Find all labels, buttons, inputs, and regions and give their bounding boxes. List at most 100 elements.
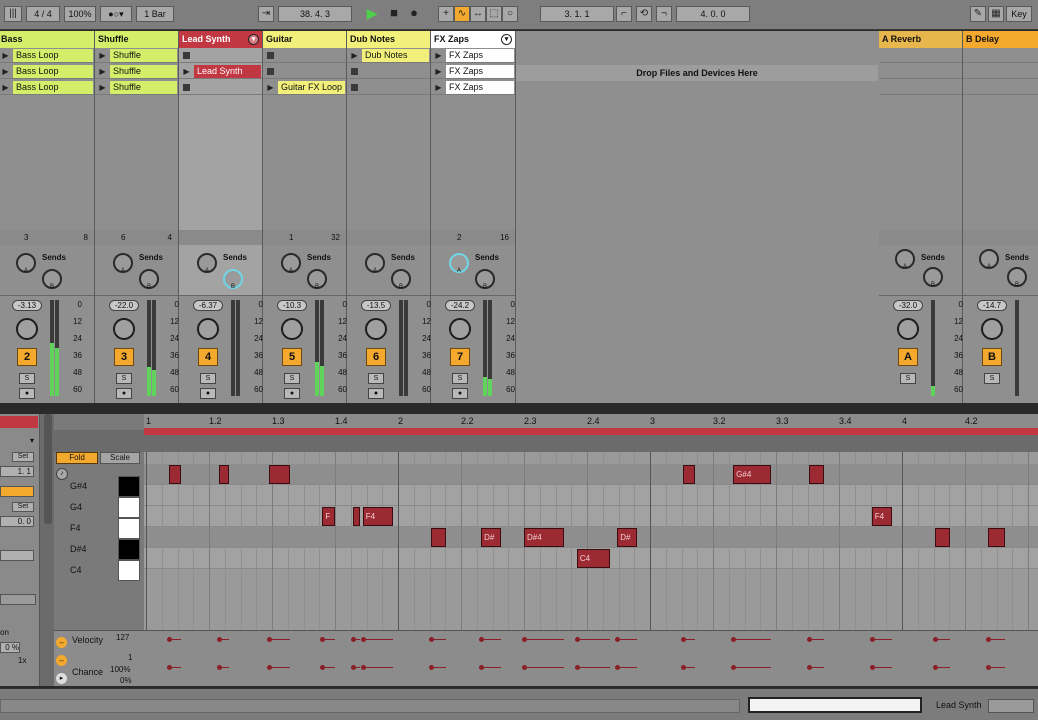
clip-slot[interactable]: ▶ Bass Loop bbox=[0, 64, 94, 79]
volume-field[interactable]: -6.37 bbox=[193, 300, 223, 311]
drop-area[interactable]: Drop Files and Devices Here bbox=[516, 31, 878, 403]
clip-slot[interactable]: ▶ Lead Synth bbox=[179, 64, 262, 79]
clip[interactable]: Guitar FX Loop bbox=[278, 81, 345, 94]
send-a-knob[interactable]: A bbox=[113, 253, 133, 274]
solo-button[interactable]: S bbox=[984, 373, 1000, 384]
signature-select[interactable] bbox=[0, 550, 34, 561]
clip[interactable]: Bass Loop bbox=[13, 49, 93, 62]
clip-slot[interactable]: ▶ Shuffle bbox=[95, 48, 178, 63]
clip-slot[interactable]: ▶ Bass Loop bbox=[0, 48, 94, 63]
arm-icon[interactable]: ● bbox=[452, 388, 468, 399]
white-key[interactable] bbox=[118, 518, 140, 539]
clip-color-strip[interactable] bbox=[0, 416, 38, 428]
midi-note[interactable] bbox=[352, 507, 361, 526]
play-icon[interactable]: ▶ bbox=[433, 66, 444, 77]
pan-knob[interactable] bbox=[281, 318, 303, 340]
loop-length-display[interactable]: 4. 0. 0 bbox=[676, 6, 750, 22]
expand-lane-icon[interactable]: ▸ bbox=[56, 673, 67, 684]
clip-start-field[interactable]: 1. 1 bbox=[0, 466, 34, 477]
arm-icon[interactable]: ● bbox=[284, 388, 300, 399]
return-header[interactable]: B Delay bbox=[963, 31, 1038, 48]
solo-button[interactable]: S bbox=[452, 373, 468, 384]
clip-slot[interactable] bbox=[347, 64, 430, 79]
position-display[interactable]: 38. 4. 3 bbox=[278, 6, 352, 22]
automation-arm-icon[interactable]: ∿ bbox=[454, 6, 470, 22]
quantize-select[interactable]: 1 Bar bbox=[136, 6, 174, 22]
clip-slot[interactable]: ▶ Bass Loop bbox=[0, 80, 94, 95]
play-icon[interactable]: ▶ bbox=[0, 66, 11, 77]
play-icon[interactable]: ▶ bbox=[97, 50, 108, 61]
chevron-down-icon[interactable]: ▾ bbox=[248, 34, 259, 45]
play-icon[interactable]: ▶ bbox=[181, 66, 192, 77]
arrangement-position-icon[interactable]: ⇥ bbox=[258, 6, 274, 22]
midi-note[interactable]: F bbox=[322, 507, 335, 526]
track-activator-button[interactable]: 4 bbox=[198, 348, 218, 366]
session-record-icon[interactable]: ○ bbox=[502, 6, 518, 22]
clip[interactable]: FX Zaps bbox=[446, 49, 514, 62]
send-a-knob[interactable]: A bbox=[449, 253, 469, 274]
send-a-knob[interactable]: A bbox=[979, 249, 999, 270]
key-row[interactable]: D#4 bbox=[54, 539, 144, 560]
send-b-knob[interactable]: B bbox=[1007, 267, 1027, 288]
set-start-button[interactable]: Set bbox=[12, 452, 34, 462]
clip-slot[interactable] bbox=[263, 64, 346, 79]
arm-icon[interactable]: ● bbox=[116, 388, 132, 399]
metronome-bars-icon[interactable]: ||| bbox=[4, 6, 22, 22]
clip-slot[interactable]: ▶ FX Zaps bbox=[431, 80, 515, 95]
track-header[interactable]: Shuffle bbox=[95, 31, 178, 48]
track-activator-button[interactable]: 3 bbox=[114, 348, 134, 366]
return-activator-button[interactable]: B bbox=[982, 348, 1002, 366]
clip[interactable]: FX Zaps bbox=[446, 65, 514, 78]
stop-icon[interactable] bbox=[267, 52, 274, 59]
draw-mode-icon[interactable]: ✎ bbox=[970, 6, 986, 22]
black-key[interactable] bbox=[118, 476, 140, 497]
loop-start-display[interactable]: 3. 1. 1 bbox=[540, 6, 614, 22]
stop-icon[interactable] bbox=[351, 68, 358, 75]
percent-field[interactable]: 0 % bbox=[0, 642, 20, 653]
scale-on-label[interactable]: on bbox=[0, 628, 34, 639]
time-signature[interactable]: 4 / 4 bbox=[26, 6, 60, 22]
solo-button[interactable]: S bbox=[368, 373, 384, 384]
play-icon[interactable]: ▶ bbox=[265, 82, 276, 93]
play-icon[interactable]: ▶ bbox=[0, 82, 11, 93]
chance-toggle-icon[interactable]: ↔ bbox=[56, 655, 67, 666]
clip-slot[interactable]: ▶ FX Zaps bbox=[431, 48, 515, 63]
clip-slot[interactable]: ▶ FX Zaps bbox=[431, 64, 515, 79]
volume-field[interactable]: -10.3 bbox=[277, 300, 307, 311]
midi-note[interactable] bbox=[219, 465, 230, 484]
groove-select[interactable] bbox=[0, 594, 36, 605]
midi-keyboard-icon[interactable]: ▦ bbox=[988, 6, 1004, 22]
send-a-knob[interactable]: A bbox=[281, 253, 301, 274]
stop-icon[interactable] bbox=[267, 68, 274, 75]
key-row[interactable]: G#4 bbox=[54, 476, 144, 497]
send-a-knob[interactable]: A bbox=[365, 253, 385, 274]
send-b-knob[interactable]: B bbox=[42, 269, 62, 290]
stop-icon[interactable] bbox=[183, 84, 190, 91]
solo-button[interactable]: S bbox=[284, 373, 300, 384]
midi-note[interactable]: F4 bbox=[871, 507, 892, 526]
midi-note[interactable] bbox=[682, 465, 696, 484]
velocity-lane[interactable]: ↔ ↔ ▸ Velocity 127 1 Chance 100% 0% bbox=[54, 630, 1038, 686]
return-header[interactable]: A Reverb bbox=[879, 31, 962, 48]
pan-knob[interactable] bbox=[16, 318, 38, 340]
clip-slot[interactable]: ▶ Shuffle bbox=[95, 80, 178, 95]
pan-knob[interactable] bbox=[113, 318, 135, 340]
clip[interactable]: Shuffle bbox=[110, 65, 177, 78]
arm-icon[interactable]: ● bbox=[368, 388, 384, 399]
pan-knob[interactable] bbox=[197, 318, 219, 340]
beat-ruler[interactable]: 11.21.31.422.22.32.433.23.33.444.24. bbox=[144, 414, 1038, 435]
midi-note[interactable]: G#4 bbox=[733, 465, 771, 484]
punch-out-icon[interactable]: ¬ bbox=[656, 6, 672, 22]
multiplier-field[interactable]: 1x bbox=[18, 656, 34, 667]
volume-field[interactable]: -32.0 bbox=[893, 300, 923, 311]
play-icon[interactable]: ▶ bbox=[97, 82, 108, 93]
pan-knob[interactable] bbox=[449, 318, 471, 340]
clip[interactable]: Dub Notes bbox=[362, 49, 429, 62]
track-header[interactable]: Bass bbox=[0, 31, 94, 48]
track-header[interactable]: Lead Synth ▾ bbox=[179, 31, 262, 48]
punch-in-icon[interactable]: ⌐ bbox=[616, 6, 632, 22]
preview-headphones-icon[interactable]: ♪ bbox=[56, 468, 68, 480]
editor-scrollbar[interactable] bbox=[44, 414, 52, 524]
play-icon[interactable]: ▶ bbox=[433, 50, 444, 61]
set-end-button[interactable]: Set bbox=[12, 502, 34, 512]
